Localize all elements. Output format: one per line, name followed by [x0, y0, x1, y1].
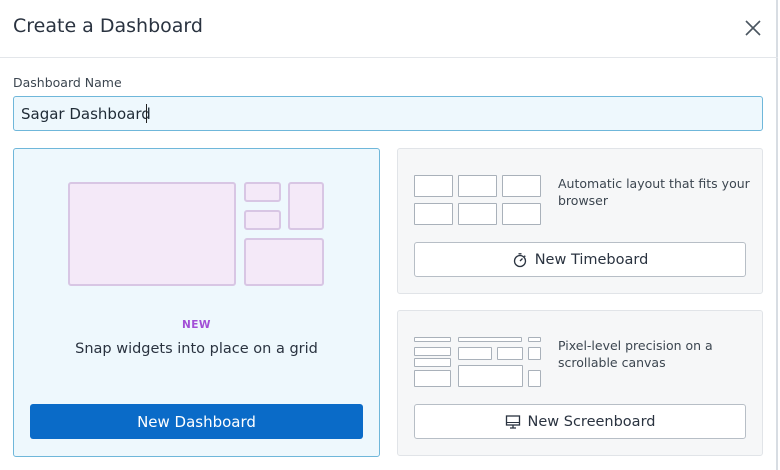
dialog-header: Create a Dashboard [0, 0, 778, 58]
new-timeboard-button[interactable]: New Timeboard [414, 242, 746, 277]
new-screenboard-label: New Screenboard [527, 413, 656, 430]
new-screenboard-button[interactable]: New Screenboard [414, 404, 746, 439]
dashboard-option-card[interactable]: NEW Snap widgets into place on a grid Ne… [13, 148, 380, 457]
dashboard-description: Snap widgets into place on a grid [75, 341, 318, 357]
stopwatch-icon [512, 252, 528, 268]
new-timeboard-label: New Timeboard [534, 251, 649, 268]
screenboard-description: Pixel-level precision on a scrollable ca… [558, 338, 713, 370]
create-dashboard-dialog: Create a Dashboard Dashboard Name NEW Sn… [0, 0, 778, 470]
timeboard-description: Automatic layout that fits your browser [558, 176, 750, 208]
timeboard-option-card[interactable]: Automatic layout that fits your browser … [397, 148, 763, 294]
monitor-icon [505, 414, 521, 430]
dialog-title: Create a Dashboard [13, 15, 203, 37]
close-icon [745, 20, 761, 36]
close-button[interactable] [742, 17, 764, 39]
new-dashboard-button[interactable]: New Dashboard [30, 404, 363, 439]
screenboard-option-card[interactable]: Pixel-level precision on a scrollable ca… [397, 310, 763, 456]
dashboard-name-label: Dashboard Name [13, 75, 122, 90]
dashboard-name-input[interactable] [13, 96, 763, 131]
text-caret [146, 104, 147, 123]
new-badge: NEW [181, 319, 212, 331]
